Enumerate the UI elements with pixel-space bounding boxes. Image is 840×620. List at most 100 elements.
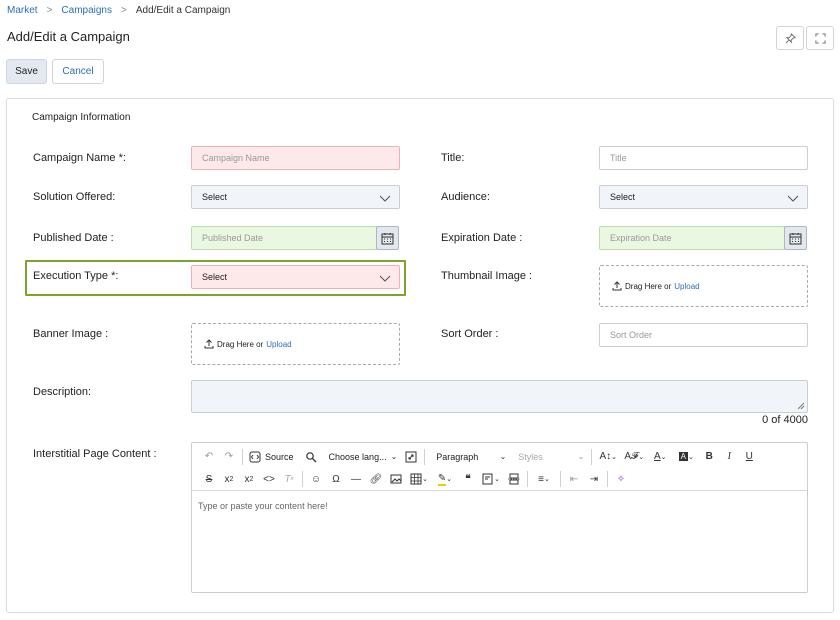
banner-image-label: Banner Image :: [33, 328, 109, 340]
find-replace-icon[interactable]: [301, 447, 321, 467]
styles-dropdown[interactable]: Styles ⌄: [510, 447, 588, 467]
solution-offered-label: Solution Offered:: [33, 191, 116, 203]
description-textarea[interactable]: [191, 380, 808, 413]
fullscreen-button[interactable]: [806, 26, 834, 50]
toolbar-separator: [607, 471, 608, 487]
font-color-icon[interactable]: A ⌄: [647, 447, 673, 467]
redo-icon[interactable]: ↷: [219, 447, 239, 467]
undo-icon[interactable]: ↶: [199, 447, 219, 467]
align-icon[interactable]: ≡ ⌄: [531, 469, 557, 489]
audience-select[interactable]: Select: [599, 185, 808, 209]
expiration-date-input[interactable]: Expiration Date: [599, 226, 785, 250]
special-characters-icon[interactable]: Ω: [326, 469, 346, 489]
published-date-input[interactable]: Published Date: [191, 226, 377, 250]
horizontal-line-icon[interactable]: —: [346, 469, 366, 489]
toolbar-separator: [527, 471, 528, 487]
execution-type-value: Select: [202, 272, 228, 282]
published-date-placeholder: Published Date: [202, 233, 264, 243]
strikethrough-icon[interactable]: S: [199, 469, 219, 489]
calendar-icon: [789, 232, 802, 244]
insert-template-icon[interactable]: ⌄: [478, 469, 504, 489]
save-button[interactable]: Save: [6, 59, 47, 84]
resize-handle-icon[interactable]: [797, 402, 805, 410]
thumbnail-drag-text: Drag Here or: [625, 281, 672, 291]
background-color-icon[interactable]: A ⌄: [673, 447, 699, 467]
banner-upload-link[interactable]: Upload: [266, 340, 291, 349]
sort-order-placeholder: Sort Order: [610, 330, 653, 340]
chevron-right-icon: >: [121, 4, 127, 16]
expiration-date-picker-button[interactable]: [784, 226, 807, 250]
calendar-icon: [381, 232, 394, 244]
bold-icon[interactable]: B: [699, 447, 719, 467]
font-size-icon[interactable]: A↕ ⌄: [595, 447, 621, 467]
editor-toolbar-row-1: ↶ ↷ Source Choose lang... ⌄ Paragraph ⌄ …: [192, 444, 807, 469]
solution-offered-select[interactable]: Select: [191, 185, 400, 209]
language-value: Choose lang...: [328, 451, 387, 462]
toolbar-separator: [560, 471, 561, 487]
indent-icon[interactable]: ⇥: [584, 469, 604, 489]
sort-order-input[interactable]: Sort Order: [599, 323, 808, 347]
expand-icon: [814, 32, 826, 44]
audience-label: Audience:: [441, 191, 490, 203]
superscript-icon[interactable]: x2: [239, 469, 259, 489]
execution-type-select[interactable]: Select: [191, 265, 400, 289]
image-icon[interactable]: [386, 469, 406, 489]
remove-format-icon[interactable]: Tx: [279, 469, 299, 489]
breadcrumb-campaigns[interactable]: Campaigns: [61, 5, 112, 16]
banner-dropzone[interactable]: Drag Here or Upload: [191, 323, 400, 365]
expiration-date-placeholder: Expiration Date: [610, 233, 672, 243]
source-icon: [249, 451, 261, 462]
link-icon[interactable]: 🔗︎: [366, 469, 386, 489]
campaign-name-input[interactable]: Campaign Name: [191, 146, 400, 170]
underline-icon[interactable]: U: [739, 447, 759, 467]
chevron-down-icon: ⌄: [499, 452, 507, 461]
breadcrumb-market[interactable]: Market: [7, 5, 38, 16]
chevron-down-icon: [787, 195, 799, 202]
campaign-name-label: Campaign Name *:: [33, 152, 126, 164]
execution-type-label: Execution Type *:: [33, 270, 119, 282]
emoji-icon[interactable]: ☺: [306, 469, 326, 489]
title-input[interactable]: Title: [599, 146, 808, 170]
published-date-picker-button[interactable]: [376, 226, 399, 250]
chevron-right-icon: >: [46, 4, 53, 16]
subscript-icon[interactable]: x2: [219, 469, 239, 489]
page-title: Add/Edit a Campaign: [7, 29, 130, 44]
outdent-icon[interactable]: ⇤: [564, 469, 584, 489]
maximize-icon[interactable]: [401, 447, 421, 467]
toolbar-separator: [302, 471, 303, 487]
italic-icon[interactable]: I: [719, 447, 739, 467]
code-icon[interactable]: <>: [259, 469, 279, 489]
source-button[interactable]: Source: [246, 447, 301, 467]
pin-button[interactable]: [776, 26, 804, 50]
chevron-down-icon: ⌄: [390, 452, 398, 461]
description-label: Description:: [33, 386, 92, 398]
chevron-down-icon: ⌄: [577, 452, 585, 461]
editor-placeholder: Type or paste your content here!: [198, 501, 328, 511]
font-family-icon[interactable]: A𝓕 ⌄: [621, 447, 647, 467]
source-label: Source: [265, 451, 294, 462]
toolbar-separator: [242, 448, 243, 465]
editor-content-area[interactable]: Type or paste your content here!: [198, 501, 328, 511]
thumbnail-dropzone[interactable]: Drag Here or Upload: [599, 265, 808, 307]
audience-value: Select: [610, 192, 636, 202]
editor-toolbar-row-2: S x2 x2 <> Tx ☺ Ω — 🔗︎ ⌄ ✎ ⌄ ❝ ⌄ ≡ ⌄ ⇤ ⇥ ✧: [192, 468, 807, 491]
sort-order-label: Sort Order :: [441, 328, 499, 340]
language-dropdown[interactable]: Choose lang... ⌄: [321, 447, 402, 467]
thumbnail-upload-link[interactable]: Upload: [674, 282, 699, 291]
ai-assist-icon[interactable]: ✧: [611, 469, 631, 489]
paragraph-dropdown[interactable]: Paragraph ⌄: [428, 447, 510, 467]
blockquote-icon[interactable]: ❝: [458, 469, 478, 489]
chevron-down-icon: [379, 195, 391, 202]
highlight-icon[interactable]: ✎ ⌄: [432, 469, 458, 489]
section-title: Campaign Information: [32, 112, 131, 123]
action-bar: Save Cancel: [6, 59, 104, 84]
cancel-button[interactable]: Cancel: [52, 59, 104, 84]
upload-icon: [204, 339, 214, 349]
page-break-icon[interactable]: [504, 469, 524, 489]
title-label: Title:: [441, 152, 465, 164]
paragraph-value: Paragraph: [436, 451, 479, 462]
pin-icon: [784, 32, 796, 44]
breadcrumb-current: Add/Edit a Campaign: [135, 4, 231, 16]
banner-drag-text: Drag Here or: [217, 339, 264, 349]
table-icon[interactable]: ⌄: [406, 469, 432, 489]
